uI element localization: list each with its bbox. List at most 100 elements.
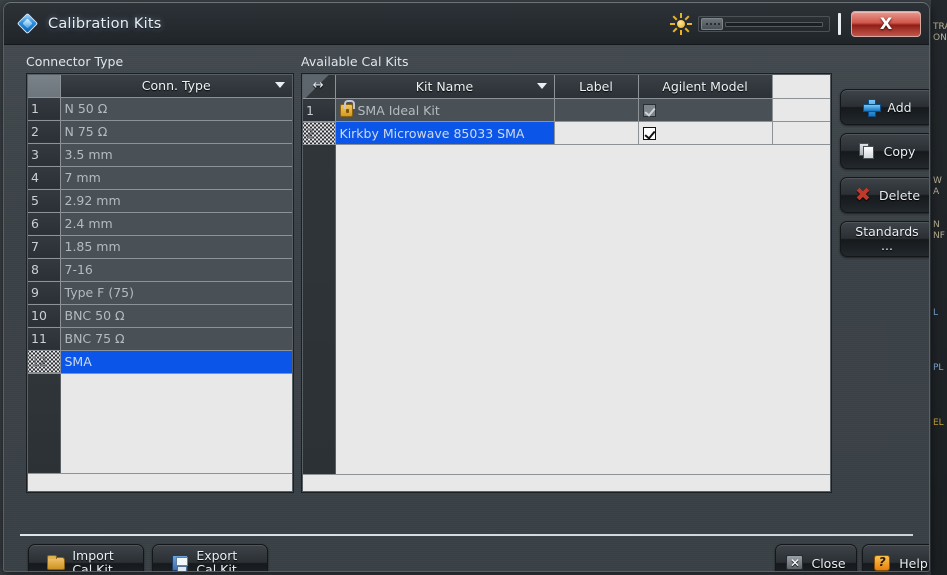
column-header-kit-name[interactable]: Kit Name (335, 74, 555, 99)
table-row[interactable]: 5 2.92 mm (27, 189, 293, 213)
connector-type-cell[interactable]: Type F (75) (60, 281, 293, 305)
standards-button-ellipsis: ... (881, 238, 893, 253)
kit-name-text: Kirkby Microwave 85033 SMA (339, 125, 525, 141)
export-cal-kit-button[interactable]: Export Cal Kit... (152, 544, 268, 572)
cal-kits-grid: ↔ Kit Name Label Agilent Model 1 SMA Idea… (302, 74, 831, 475)
row-number: 10 (27, 304, 61, 328)
table-row[interactable]: 6 2.4 mm (27, 212, 293, 236)
table-row[interactable]: 8 7-16 (27, 258, 293, 282)
connector-column-header-label: Conn. Type (141, 77, 211, 93)
column-header-kit-name-label: Kit Name (415, 78, 474, 94)
copy-icon (858, 142, 877, 160)
table-row[interactable]: 2 Kirkby Microwave 85033 SMA (302, 121, 831, 145)
bg-text-2: W (933, 176, 942, 186)
import-cal-kit-button[interactable]: Import Cal Kit... (28, 544, 144, 572)
connector-type-cell[interactable]: 3.5 mm (60, 143, 293, 167)
cal-kit-rows: 1 SMA Ideal Kit 2 Kirkby Microwave 85033 SM… (302, 98, 831, 475)
connector-type-cell[interactable]: 1.85 mm (60, 235, 293, 259)
row-number: 4 (27, 166, 61, 190)
row-filler-cell (772, 98, 831, 122)
connector-type-cell[interactable]: N 50 Ω (60, 97, 293, 121)
connector-type-table[interactable]: Conn. Type 1N 50 Ω2N 75 Ω 3 3.5 mm 4 7 mm 5 2.… (26, 73, 294, 493)
chevron-down-icon[interactable] (536, 83, 547, 89)
floppy-disk-icon (171, 554, 189, 571)
add-button-label: Add (887, 99, 912, 115)
help-button[interactable]: Help (862, 544, 929, 571)
export-cal-kit-line2: Cal Kit... (196, 562, 249, 572)
bg-text-0: TRA (933, 22, 947, 32)
delete-button[interactable]: ✖ Delete (840, 177, 929, 213)
table-row[interactable]: 3 3.5 mm (27, 143, 293, 167)
agilent-model-cell[interactable] (638, 98, 773, 122)
agilent-model-checkbox[interactable] (642, 126, 656, 140)
table-row[interactable]: 1 SMA Ideal Kit (302, 98, 831, 122)
brightness-slider[interactable] (698, 15, 830, 32)
export-cal-kit-line1: Export (196, 548, 238, 563)
available-cal-kits-table[interactable]: ↔ Kit Name Label Agilent Model 1 SMA Idea… (301, 73, 832, 493)
table-row[interactable]: 9 Type F (75) (27, 281, 293, 305)
row-number: 2 (27, 120, 61, 144)
connector-type-cell[interactable]: 2.4 mm (60, 212, 293, 236)
connector-type-cell[interactable]: N 75 Ω (60, 120, 293, 144)
connector-corner-cell (27, 74, 61, 98)
close-button[interactable]: ✕ Close (775, 544, 857, 571)
kit-name-cell[interactable]: Kirkby Microwave 85033 SMA (335, 121, 555, 145)
label-cell[interactable] (554, 98, 639, 122)
connector-column-header[interactable]: Conn. Type (60, 74, 293, 98)
window-close-button[interactable]: X (851, 10, 921, 37)
table-row[interactable]: 7 1.85 mm (27, 235, 293, 259)
calibration-kits-dialog: Calibration Kits X Connector Type Conn. … (3, 2, 930, 572)
column-header-label[interactable]: Label (554, 74, 639, 99)
table-row[interactable]: 1N 50 Ω (27, 97, 293, 121)
table-row[interactable]: 2N 75 Ω (27, 120, 293, 144)
import-cal-kit-line2: Cal Kit... (72, 562, 125, 572)
agilent-model-checkbox[interactable] (642, 103, 656, 117)
row-number: 5 (27, 189, 61, 213)
connector-type-cell[interactable]: 2.92 mm (60, 189, 293, 213)
column-header-agilent-model[interactable]: Agilent Model (638, 74, 773, 99)
lock-icon (339, 99, 355, 117)
dialog-footer: Import Cal Kit... Export Cal Kit... ✕ Cl… (4, 531, 929, 572)
chevron-down-icon[interactable] (275, 82, 285, 89)
plus-icon (862, 98, 882, 117)
table-row[interactable]: 12 SMA (27, 350, 293, 374)
agilent-model-cell[interactable] (638, 121, 773, 145)
table-filler (27, 373, 293, 474)
kit-name-cell[interactable]: SMA Ideal Kit (335, 98, 555, 122)
add-button[interactable]: Add (840, 89, 929, 125)
standards-button-label: Standards (855, 224, 919, 239)
table-row[interactable]: 11 BNC 75 Ω (27, 327, 293, 351)
delete-button-label: Delete (878, 187, 921, 203)
table-filler (302, 144, 831, 475)
label-cell[interactable] (554, 121, 639, 145)
connector-type-cell[interactable]: 7-16 (60, 258, 293, 282)
close-button-label: Close (811, 555, 846, 571)
connector-type-cell[interactable]: BNC 50 Ω (60, 304, 293, 328)
connector-type-grid: Conn. Type 1N 50 Ω2N 75 Ω 3 3.5 mm 4 7 mm 5 2.… (27, 74, 293, 474)
connector-type-cell[interactable]: SMA (60, 350, 293, 374)
bg-text-5: NF (933, 231, 945, 241)
import-cal-kit-line1: Import (72, 548, 114, 563)
table-row[interactable]: 10 BNC 50 Ω (27, 304, 293, 328)
bg-text-8: EL (933, 418, 944, 428)
sun-icon (670, 12, 692, 35)
column-header-filler (772, 74, 831, 99)
table-row[interactable]: 47 mm (27, 166, 293, 190)
bg-text-7: PL (933, 363, 944, 373)
brightness-handle[interactable] (701, 17, 723, 30)
bg-text-3: A (933, 187, 940, 197)
bg-text-4: N (933, 220, 940, 230)
standards-button[interactable]: Standards ... (840, 221, 929, 257)
calkits-header-row: ↔ Kit Name Label Agilent Model (302, 74, 831, 99)
connector-type-cell[interactable]: BNC 75 Ω (60, 327, 293, 351)
connector-header-row: Conn. Type (27, 74, 293, 98)
connector-type-cell[interactable]: 7 mm (60, 166, 293, 190)
row-number: 2 (302, 121, 336, 145)
copy-button-label: Copy (883, 143, 916, 159)
close-x-icon: ✕ (786, 554, 804, 571)
row-number: 12 (27, 350, 61, 374)
row-number: 9 (27, 281, 61, 305)
copy-button[interactable]: Copy (840, 133, 929, 169)
folder-icon (47, 554, 66, 571)
resize-arrows-icon[interactable]: ↔ (302, 74, 336, 99)
